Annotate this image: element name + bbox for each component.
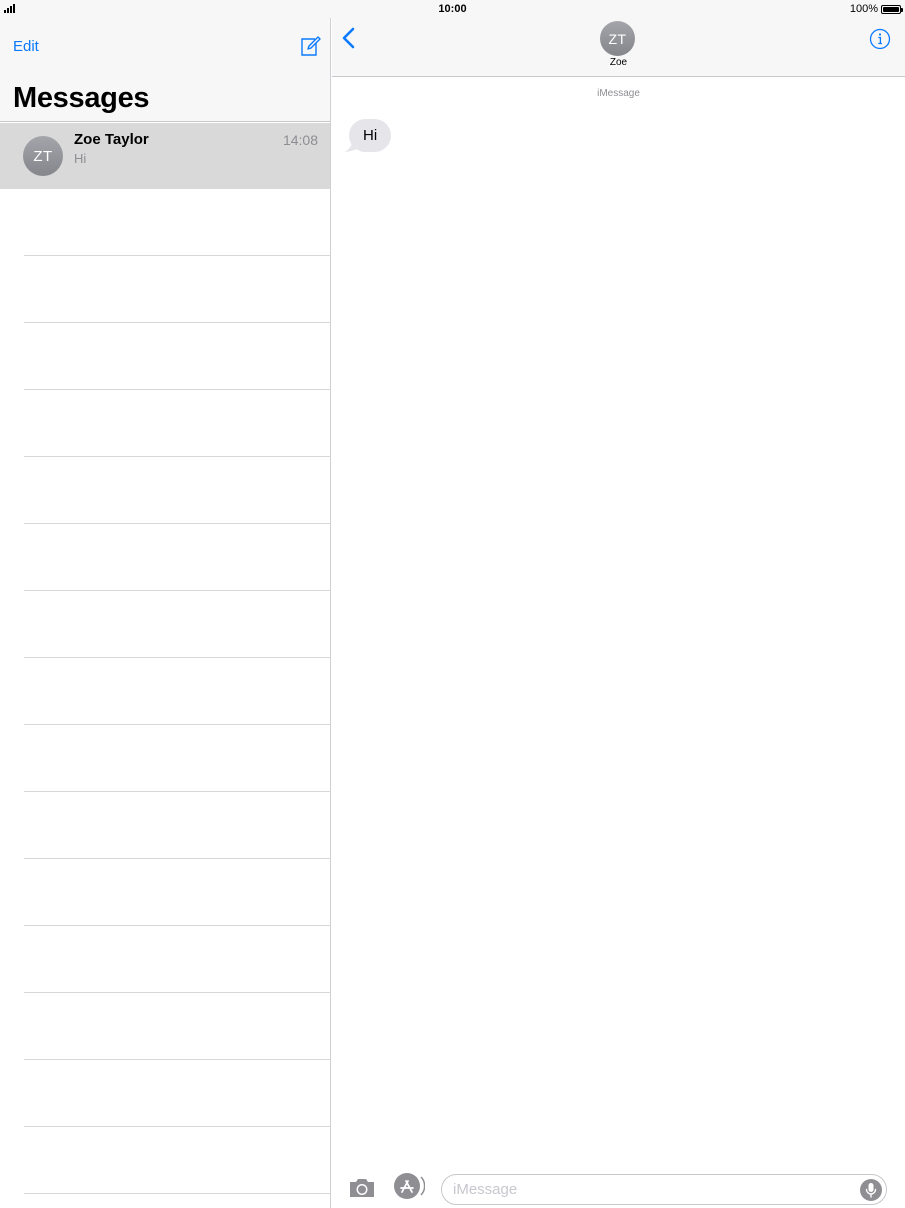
edit-button[interactable]: Edit	[13, 38, 39, 55]
list-separator	[24, 524, 330, 591]
sidebar-header: Edit Messages	[0, 18, 330, 122]
camera-icon[interactable]	[347, 1176, 377, 1200]
message-input[interactable]	[441, 1174, 887, 1205]
list-separator	[24, 457, 330, 524]
avatar: ZT	[23, 136, 63, 176]
list-separator	[24, 725, 330, 792]
conversation-row[interactable]: ZT Zoe Taylor Hi 14:08	[0, 123, 330, 189]
conversation-pane: ZT Zoe iMessage Hi	[332, 18, 905, 1208]
contact-initials: ZT	[608, 30, 627, 47]
list-separator	[24, 926, 330, 993]
battery-icon	[881, 4, 903, 14]
contact-avatar[interactable]: ZT	[600, 21, 635, 56]
list-separator	[24, 189, 330, 256]
battery-indicator: 100%	[849, 3, 903, 15]
app-store-icon[interactable]	[393, 1172, 425, 1200]
incoming-message-bubble[interactable]: Hi	[349, 119, 392, 152]
avatar-initials: ZT	[33, 147, 53, 165]
battery-percent: 100%	[849, 3, 878, 15]
service-label: iMessage	[597, 88, 640, 99]
conversation-header: ZT Zoe	[332, 18, 905, 77]
list-separator	[24, 1060, 330, 1127]
conversation-list-panel: Edit Messages ZT Zoe Taylor Hi 14:08	[0, 18, 331, 1208]
conversation-time: 14:08	[282, 132, 318, 148]
list-separator	[24, 792, 330, 859]
status-bar: 10:00 100%	[0, 0, 905, 18]
list-separator	[24, 323, 330, 390]
page-title: Messages	[13, 82, 150, 114]
chevron-left-icon[interactable]	[341, 27, 357, 49]
list-separator	[24, 658, 330, 725]
list-separator	[24, 1127, 330, 1194]
empty-list-separators	[24, 189, 330, 1194]
list-separator	[24, 993, 330, 1060]
conversation-name: Zoe Taylor	[74, 131, 149, 148]
compose-icon[interactable]	[298, 34, 322, 58]
list-separator	[24, 390, 330, 457]
microphone-icon[interactable]	[859, 1178, 883, 1202]
list-separator	[24, 591, 330, 658]
list-separator	[24, 859, 330, 926]
conversation-preview: Hi	[74, 151, 87, 166]
contact-name[interactable]: Zoe	[332, 57, 905, 68]
status-time: 10:00	[438, 3, 467, 15]
list-separator	[24, 256, 330, 323]
info-icon[interactable]	[869, 28, 891, 50]
